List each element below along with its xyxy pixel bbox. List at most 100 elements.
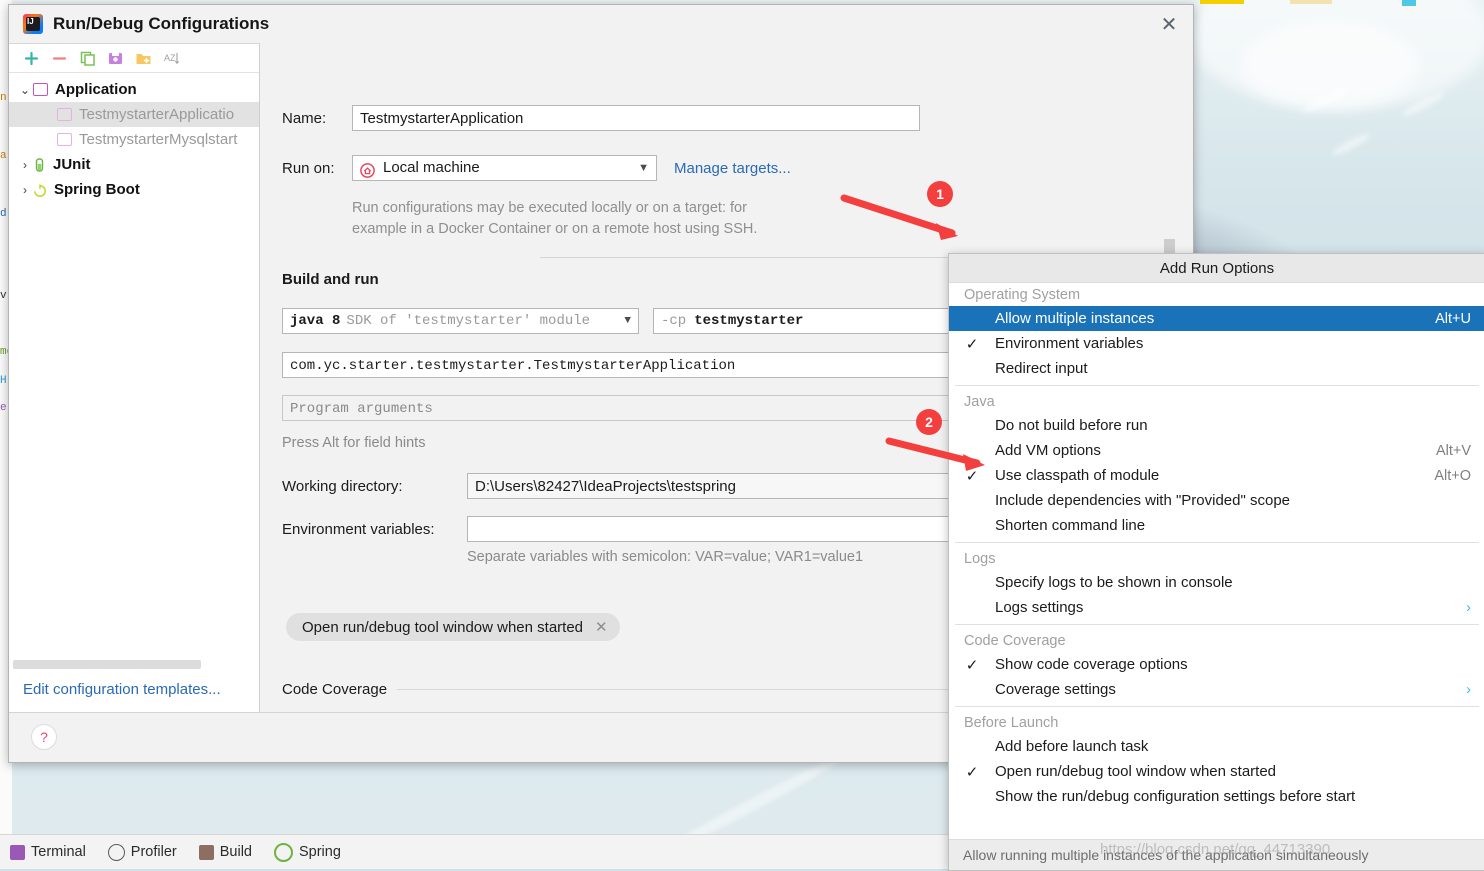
group-label-code-coverage: Code Coverage bbox=[964, 633, 1066, 649]
dialog-title: Run/Debug Configurations bbox=[53, 14, 270, 33]
close-icon[interactable]: ✕ bbox=[595, 618, 608, 636]
tool-window-profiler[interactable]: Profiler bbox=[107, 843, 177, 861]
folder-add-icon[interactable] bbox=[135, 50, 152, 67]
tree-item-label: JUnit bbox=[53, 156, 91, 173]
chevron-right-icon[interactable]: › bbox=[17, 183, 33, 197]
ide-code-fragment: H bbox=[0, 375, 7, 387]
check-icon: ✓ bbox=[965, 763, 979, 781]
close-icon[interactable]: ✕ bbox=[1153, 8, 1185, 40]
annotation-badge-2: 2 bbox=[916, 409, 942, 435]
chevron-right-icon: › bbox=[1466, 599, 1471, 616]
check-icon: ✓ bbox=[965, 467, 979, 485]
menu-item-label: Add VM options bbox=[995, 442, 1101, 459]
tree-group-application[interactable]: ⌄ Application bbox=[9, 77, 259, 102]
environment-variables-hint: Separate variables with semicolon: VAR=v… bbox=[467, 549, 864, 565]
working-directory-label: Working directory: bbox=[282, 477, 403, 495]
menu-item-specify-logs-to-be-shown-in-console[interactable]: Specify logs to be shown in console bbox=[949, 570, 1484, 595]
toolbar-accent-blue bbox=[1402, 0, 1416, 6]
run-on-label: Run on: bbox=[282, 159, 335, 177]
menu-item-label: Environment variables bbox=[995, 335, 1144, 352]
name-input[interactable]: TestmystarterApplication bbox=[352, 105, 920, 131]
plus-icon[interactable] bbox=[23, 50, 40, 67]
run-on-description: Run configurations may be executed local… bbox=[352, 198, 972, 240]
menu-item-accelerator: Alt+O bbox=[1434, 467, 1471, 484]
menu-item-label: Do not build before run bbox=[995, 417, 1148, 434]
chevron-right-icon[interactable]: › bbox=[17, 158, 33, 172]
check-icon: ✓ bbox=[965, 656, 979, 674]
menu-separator bbox=[955, 706, 1479, 707]
group-label-operating-system: Operating System bbox=[964, 287, 1081, 303]
menu-item-add-before-launch-task[interactable]: Add before launch task bbox=[949, 734, 1484, 759]
menu-item-label: Specify logs to be shown in console bbox=[995, 574, 1233, 591]
menu-item-logs-settings[interactable]: Logs settings › bbox=[949, 595, 1484, 620]
watermark-text: https://blog.csdn.net/qq_44713390 bbox=[1100, 841, 1331, 858]
build-and-run-heading: Build and run bbox=[282, 271, 379, 288]
menu-item-show-code-coverage-options[interactable]: ✓ Show code coverage options bbox=[949, 652, 1484, 677]
edit-configuration-templates-link[interactable]: Edit configuration templates... bbox=[9, 673, 259, 712]
chevron-down-icon[interactable]: ⌄ bbox=[17, 83, 33, 97]
menu-separator bbox=[955, 385, 1479, 386]
sort-az-icon[interactable]: AZ bbox=[163, 50, 180, 67]
popup-title: Add Run Options bbox=[949, 254, 1484, 283]
menu-item-accelerator: Alt+U bbox=[1435, 310, 1471, 327]
classpath-prefix: -cp bbox=[661, 313, 687, 329]
tool-window-build[interactable]: Build bbox=[198, 844, 252, 860]
group-label-java: Java bbox=[964, 394, 995, 410]
spring-icon bbox=[273, 842, 293, 862]
minus-icon[interactable] bbox=[51, 50, 68, 67]
tree-group-junit[interactable]: › JUnit bbox=[9, 152, 259, 177]
menu-item-do-not-build-before-run[interactable]: Do not build before run bbox=[949, 413, 1484, 438]
ide-code-fragment: d bbox=[0, 208, 7, 220]
menu-item-label: Add before launch task bbox=[995, 738, 1149, 755]
ide-toolbar-peek bbox=[1180, 0, 1484, 10]
menu-item-coverage-settings[interactable]: Coverage settings › bbox=[949, 677, 1484, 702]
tree-group-spring-boot[interactable]: › Spring Boot bbox=[9, 177, 259, 202]
group-label-before-launch: Before Launch bbox=[964, 715, 1059, 731]
menu-item-label: Redirect input bbox=[995, 360, 1088, 377]
menu-item-add-vm-options[interactable]: Add VM options Alt+V bbox=[949, 438, 1484, 463]
menu-item-include-dependencies-provided-scope[interactable]: Include dependencies with "Provided" sco… bbox=[949, 488, 1484, 513]
sidebar-horizontal-scrollbar[interactable] bbox=[13, 660, 201, 669]
menu-item-allow-multiple-instances[interactable]: Allow multiple instances Alt+U bbox=[949, 306, 1484, 331]
menu-item-redirect-input[interactable]: Redirect input bbox=[949, 356, 1484, 381]
menu-item-label: Show the run/debug configuration setting… bbox=[995, 788, 1356, 805]
code-coverage-heading: Code Coverage bbox=[282, 681, 388, 698]
check-icon: ✓ bbox=[965, 335, 979, 353]
menu-item-label: Allow multiple instances bbox=[995, 310, 1155, 327]
menu-item-accelerator: Alt+V bbox=[1435, 442, 1471, 459]
tree-item-testmystarterapplication[interactable]: TestmystarterApplicatio bbox=[9, 102, 259, 127]
tree-item-label: TestmystarterApplicatio bbox=[79, 106, 235, 123]
save-icon[interactable] bbox=[107, 50, 124, 67]
chevron-down-icon[interactable]: ▼ bbox=[638, 155, 649, 181]
tool-window-spring[interactable]: Spring bbox=[273, 842, 341, 862]
menu-item-use-classpath-of-module[interactable]: ✓ Use classpath of module Alt+O bbox=[949, 463, 1484, 488]
menu-item-environment-variables[interactable]: ✓ Environment variables bbox=[949, 331, 1484, 356]
tree-item-testmystartermysqlstart[interactable]: TestmystarterMysqlstart bbox=[9, 127, 259, 152]
ide-code-fragment: e bbox=[0, 402, 7, 414]
manage-targets-link[interactable]: Manage targets... bbox=[674, 160, 791, 177]
menu-item-open-run-debug-tool-window-when-started[interactable]: ✓ Open run/debug tool window when starte… bbox=[949, 759, 1484, 784]
menu-item-show-run-debug-configuration-settings-before-start[interactable]: Show the run/debug configuration setting… bbox=[949, 784, 1484, 809]
help-icon[interactable]: ? bbox=[31, 724, 57, 750]
jre-dropdown[interactable]: java 8 SDK of 'testmystarter' module ▼ bbox=[282, 308, 639, 334]
menu-separator bbox=[955, 542, 1479, 543]
jre-version: java 8 bbox=[290, 313, 341, 329]
jre-module: SDK of 'testmystarter' module bbox=[346, 313, 591, 329]
classpath-value: testmystarter bbox=[694, 313, 804, 329]
tool-label: Spring bbox=[298, 844, 341, 860]
copy-icon[interactable] bbox=[79, 50, 96, 67]
open-run-debug-tool-window-chip[interactable]: Open run/debug tool window when started … bbox=[286, 613, 620, 641]
menu-item-shorten-command-line[interactable]: Shorten command line bbox=[949, 513, 1484, 538]
ide-code-fragment: v bbox=[0, 290, 7, 302]
run-on-description-line-1: Run configurations may be executed local… bbox=[352, 200, 747, 216]
chip-label: Open run/debug tool window when started bbox=[302, 618, 584, 636]
tree-item-label: TestmystarterMysqlstart bbox=[79, 131, 238, 148]
dialog-titlebar: Run/Debug Configurations ✕ bbox=[9, 5, 1193, 43]
tool-window-terminal[interactable]: Terminal bbox=[10, 844, 86, 860]
tree-item-label: Application bbox=[55, 81, 137, 98]
run-on-dropdown[interactable]: Local machine ▼ bbox=[352, 155, 657, 181]
name-label: Name: bbox=[282, 109, 327, 127]
chevron-down-icon[interactable]: ▼ bbox=[620, 308, 631, 334]
toolbar-accent-yellow bbox=[1200, 0, 1244, 4]
ide-code-fragment: n bbox=[0, 92, 7, 104]
